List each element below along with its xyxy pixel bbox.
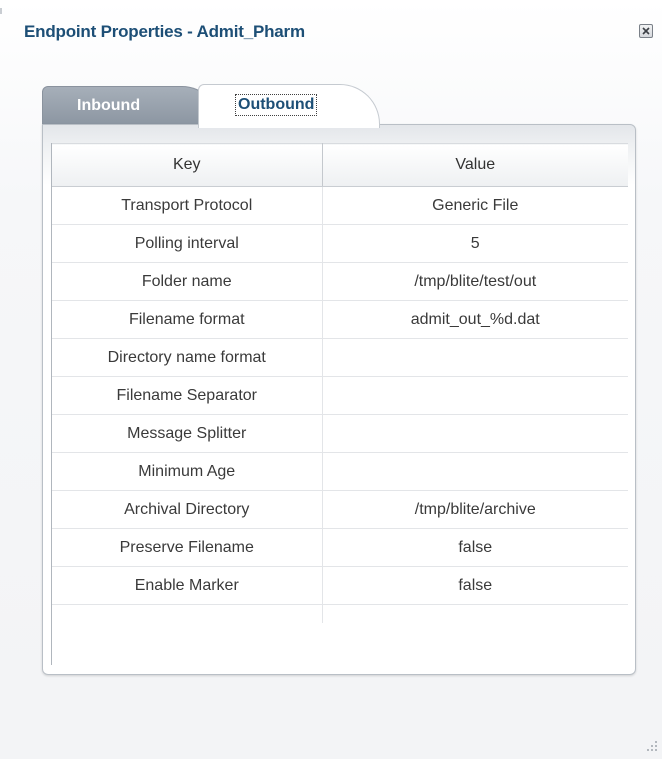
row-value <box>322 376 628 415</box>
row-key: Archival Directory <box>52 490 323 529</box>
table-row[interactable]: Transport Protocol Generic File <box>52 186 628 225</box>
properties-table: Key Value Transport Protocol Generic Fil… <box>52 143 628 623</box>
column-header-key[interactable]: Key <box>52 143 323 187</box>
close-button[interactable] <box>639 24 653 38</box>
close-icon <box>642 27 650 35</box>
table-row[interactable]: Minimum Age <box>52 452 628 491</box>
table-row[interactable]: Filename format admit_out_%d.dat <box>52 300 628 339</box>
table-row[interactable]: Folder name /tmp/blite/test/out <box>52 262 628 301</box>
row-key <box>52 604 323 623</box>
table-row-empty <box>52 604 628 624</box>
table-header-row: Key Value <box>52 143 628 187</box>
table-row[interactable]: Preserve Filename false <box>52 528 628 567</box>
window-edge-mark <box>0 8 2 14</box>
resize-grip-icon[interactable] <box>646 740 658 752</box>
row-value <box>322 414 628 453</box>
row-value: false <box>322 528 628 567</box>
row-key: Filename format <box>52 300 323 339</box>
row-key: Minimum Age <box>52 452 323 491</box>
table-row[interactable]: Message Splitter <box>52 414 628 453</box>
row-key: Message Splitter <box>52 414 323 453</box>
dialog-title: Endpoint Properties - Admit_Pharm <box>24 22 305 41</box>
tab-inbound-label: Inbound <box>77 97 141 114</box>
row-value <box>322 338 628 377</box>
row-key: Transport Protocol <box>52 186 323 225</box>
properties-table-container[interactable]: Key Value Transport Protocol Generic Fil… <box>51 143 628 665</box>
column-header-value[interactable]: Value <box>322 143 628 187</box>
row-key: Preserve Filename <box>52 528 323 567</box>
row-value: /tmp/blite/archive <box>322 490 628 529</box>
row-key: Polling interval <box>52 224 323 263</box>
endpoint-properties-dialog: Endpoint Properties - Admit_Pharm Inboun… <box>0 0 662 759</box>
row-key: Enable Marker <box>52 566 323 605</box>
table-row[interactable]: Polling interval 5 <box>52 224 628 263</box>
tab-outbound[interactable]: Outbound <box>198 84 380 128</box>
row-value <box>322 605 628 624</box>
row-value: Generic File <box>322 186 628 225</box>
tab-panel: Key Value Transport Protocol Generic Fil… <box>42 124 636 675</box>
tab-outbound-label: Outbound <box>235 94 318 116</box>
tab-inbound[interactable]: Inbound <box>42 86 220 126</box>
table-row[interactable]: Archival Directory /tmp/blite/archive <box>52 490 628 529</box>
row-value: admit_out_%d.dat <box>322 300 628 339</box>
row-key: Folder name <box>52 262 323 301</box>
table-row[interactable]: Enable Marker false <box>52 566 628 605</box>
table-row[interactable]: Filename Separator <box>52 376 628 415</box>
row-key: Directory name format <box>52 338 323 377</box>
row-value: /tmp/blite/test/out <box>322 262 628 301</box>
row-value: 5 <box>322 224 628 263</box>
row-value <box>322 452 628 491</box>
table-row[interactable]: Directory name format <box>52 338 628 377</box>
row-value: false <box>322 566 628 605</box>
row-key: Filename Separator <box>52 376 323 415</box>
